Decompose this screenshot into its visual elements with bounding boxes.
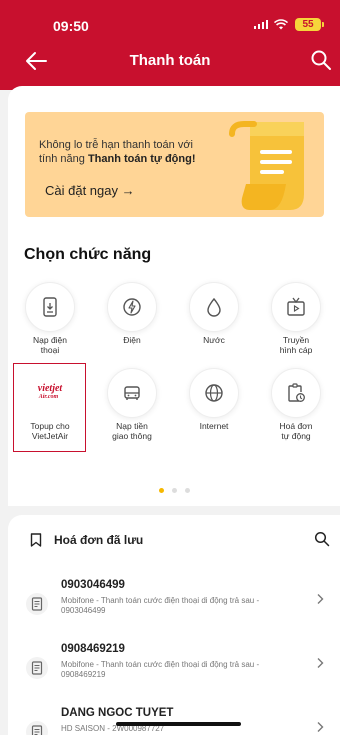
- chevron-right-icon: [317, 594, 324, 604]
- function-icon-wrap: [107, 282, 157, 332]
- globe-icon: [205, 384, 223, 402]
- banner-message: Không lo trễ hạn thanh toán với tính năn…: [39, 138, 239, 166]
- saved-bill-item[interactable]: DANG NGOC TUYET HD SAISON - 2W000987727: [8, 707, 340, 735]
- saved-bills-title: Hoá đơn đã lưu: [54, 533, 144, 547]
- saved-bill-item[interactable]: 0903046499 Mobifone - Thanh toán cước đi…: [8, 579, 340, 643]
- function-icon-wrap: vietjet Air.com: [25, 368, 75, 418]
- tv-icon: [287, 297, 305, 316]
- banner-line2-bold: Thanh toán tự động!: [87, 153, 196, 165]
- vietjet-logo-sub: Air.com: [38, 394, 59, 400]
- car-icon: [124, 386, 140, 400]
- function-label: Internet: [199, 421, 229, 431]
- section-title: Chọn chức năng: [24, 246, 152, 263]
- bill-icon: [26, 593, 48, 615]
- page-title: Thanh toán: [129, 52, 211, 69]
- saved-bill-item[interactable]: 0908469219 Mobifone - Thanh toán cước đi…: [8, 643, 340, 707]
- banner-line1: Không lo trễ hạn thanh toán với: [39, 139, 193, 151]
- bill-number: 0908469219: [61, 643, 125, 655]
- wifi-icon: [274, 19, 288, 30]
- chevron-right-icon: [317, 658, 324, 668]
- bill-icon: [26, 721, 48, 735]
- vietjet-logo: vietjet Air.com: [38, 384, 62, 402]
- water-drop-icon: [207, 297, 221, 317]
- battery-icon: 55: [295, 18, 324, 31]
- setup-now-link[interactable]: Cài đặt ngay →: [45, 183, 135, 198]
- page-indicator: [8, 488, 340, 493]
- receipt-illustration: [229, 121, 304, 210]
- search-icon[interactable]: [310, 49, 332, 71]
- bookmark-icon: [30, 533, 42, 547]
- navigation-bar: Thanh toán: [0, 46, 340, 76]
- function-icon-wrap: [25, 282, 75, 332]
- status-bar: 09:50 55: [0, 14, 340, 34]
- bill-number: 0903046499: [61, 579, 125, 591]
- phone-topup-icon: [43, 297, 57, 317]
- home-indicator: [116, 722, 241, 726]
- main-card: Không lo trễ hạn thanh toán với tính năn…: [8, 86, 340, 506]
- function-icon-wrap: [271, 368, 321, 418]
- function-label: Hoá đơn tự động: [279, 421, 313, 441]
- page-dot[interactable]: [171, 488, 177, 493]
- bill-icon: [26, 657, 48, 679]
- function-label: Điện: [123, 335, 141, 345]
- chevron-right-icon: [317, 722, 324, 732]
- search-icon[interactable]: [314, 531, 330, 547]
- function-label: Truyền hình cáp: [279, 335, 313, 355]
- cellular-signal-icon: [253, 20, 268, 29]
- page-dot[interactable]: [184, 488, 190, 493]
- app-header: 09:50 55 Thanh toán: [0, 0, 340, 90]
- bill-number: DANG NGOC TUYET: [61, 707, 174, 719]
- function-icon-wrap: [189, 282, 239, 332]
- auto-bill-icon: [288, 383, 305, 402]
- function-icon-wrap: [189, 368, 239, 418]
- bill-description: Mobifone - Thanh toán cước điện thoại di…: [61, 660, 260, 679]
- function-label: Nạp tiền giao thông: [112, 421, 152, 441]
- banner-line2: tính năng: [39, 153, 88, 165]
- function-label: Nước: [203, 335, 225, 345]
- function-icon-wrap: [271, 282, 321, 332]
- saved-bills-card: Hoá đơn đã lưu 0903046499 Mobifone - Tha…: [8, 515, 340, 735]
- function-label: Nạp điện thoại: [32, 335, 68, 355]
- bill-description: Mobifone - Thanh toán cước điện thoại di…: [61, 596, 260, 615]
- status-time: 09:50: [53, 18, 89, 34]
- auto-pay-banner[interactable]: Không lo trễ hạn thanh toán với tính năn…: [25, 112, 324, 217]
- function-icon-wrap: [107, 368, 157, 418]
- function-label: Topup cho VietJetAir: [30, 421, 70, 441]
- page-dot-active[interactable]: [158, 488, 164, 493]
- saved-bills-header: Hoá đơn đã lưu: [8, 515, 340, 565]
- electricity-icon: [123, 298, 141, 316]
